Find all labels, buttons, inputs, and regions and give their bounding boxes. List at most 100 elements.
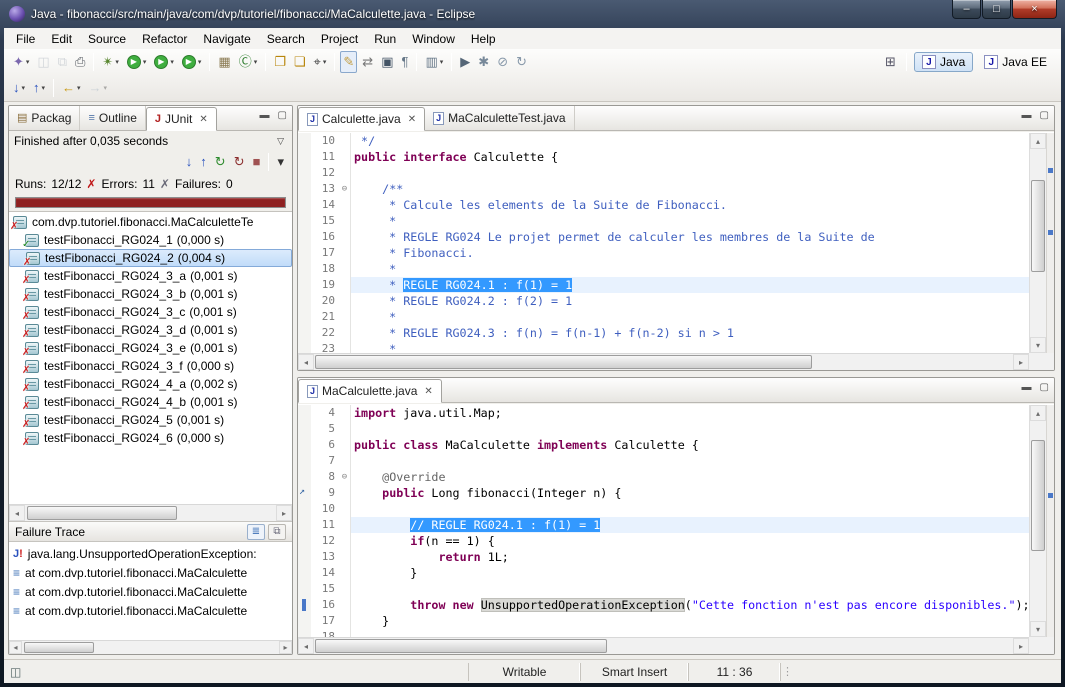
open-element-button[interactable]: ❐ [271, 51, 289, 73]
external-tools-button[interactable]: ▶▾ [179, 51, 205, 73]
open-perspective-button[interactable]: ⊞ [882, 54, 899, 70]
previous-failed-test-button[interactable]: ↑ [197, 151, 210, 173]
show-whitespace-button[interactable]: ¶ [398, 51, 411, 73]
maximize-window-button[interactable]: □ [982, 0, 1011, 19]
new-java-project-button[interactable]: ▦ [215, 51, 233, 73]
scroll-up-icon[interactable]: ▴ [1030, 405, 1046, 421]
debug-dropdown-icon[interactable]: ▾ [115, 58, 119, 66]
forward-dropdown-icon[interactable]: ▾ [104, 84, 108, 92]
code-line[interactable]: 23 * [298, 341, 1029, 353]
console-button[interactable]: ▣ [378, 51, 396, 73]
junit-test-row[interactable]: ✗testFibonacci_RG024_6(0,000 s) [9, 429, 292, 447]
menu-item-edit[interactable]: Edit [43, 30, 80, 48]
code-line[interactable]: 15 [298, 581, 1029, 597]
code-line[interactable]: 17 } [298, 613, 1029, 629]
trace-hscrollbar[interactable]: ◂ ▸ [9, 640, 292, 654]
scroll-right-icon[interactable]: ▸ [276, 505, 292, 521]
maximize-view-button[interactable]: ▢ [1038, 382, 1051, 393]
code-line[interactable]: 13⊖ /** [298, 181, 1029, 197]
editor-tab-macalculettetest-java[interactable]: JMaCalculetteTest.java [425, 106, 574, 130]
next-annotation-button[interactable]: ↓▾ [10, 77, 28, 99]
editor-tab-macalculette-java[interactable]: JMaCalculette.java✕ [298, 379, 442, 403]
open-type-button[interactable]: ❏ [291, 51, 309, 73]
junit-test-row[interactable]: ✗testFibonacci_RG024_4_b(0,001 s) [9, 393, 292, 411]
scroll-down-icon[interactable]: ▾ [1030, 337, 1046, 353]
vertical-scrollbar[interactable]: ▴▾ [1029, 133, 1046, 353]
code-line[interactable]: 5 [298, 421, 1029, 437]
code-line[interactable]: 12 if(n == 1) { [298, 533, 1029, 549]
fold-marker-icon[interactable]: ⊖ [339, 181, 351, 197]
scroll-thumb[interactable] [315, 639, 607, 653]
scroll-right-icon[interactable]: ▸ [1013, 354, 1029, 370]
trace-row[interactable]: ≡at com.dvp.tutoriel.fibonacci.MaCalcule… [9, 563, 292, 582]
code-line[interactable]: 22 * REGLE RG024.3 : f(n) = f(n-1) + f(n… [298, 325, 1029, 341]
scroll-left-icon[interactable]: ◂ [298, 638, 314, 654]
junit-test-row[interactable]: ✗testFibonacci_RG024_5(0,001 s) [9, 411, 292, 429]
maximize-view-button[interactable]: ▢ [276, 110, 289, 121]
block-selection-dropdown-icon[interactable]: ▾ [440, 58, 444, 66]
code-line[interactable]: 17 * Fibonacci. [298, 245, 1029, 261]
annotation-tick[interactable] [1048, 168, 1053, 173]
tab-junit[interactable]: JJUnit✕ [146, 107, 217, 131]
show-stack-trace-in-console-button[interactable]: ≣ [247, 524, 265, 540]
junit-test-row[interactable]: ✗testFibonacci_RG024_3_c(0,001 s) [9, 303, 292, 321]
code-line[interactable]: 18 * [298, 261, 1029, 277]
horizontal-scrollbar[interactable]: ◂▸ [298, 637, 1029, 654]
code-line[interactable]: 19 * REGLE RG024.1 : f(1) = 1 [298, 277, 1029, 293]
junit-suite-row[interactable]: ✗com.dvp.tutoriel.fibonacci.MaCalculette… [9, 213, 292, 231]
annotation-tick[interactable] [1048, 493, 1053, 498]
perspective-java[interactable]: JJava [914, 52, 973, 72]
skip-breakpoints-button[interactable]: ⊘ [494, 51, 511, 73]
code-line[interactable]: 21 * [298, 309, 1029, 325]
scroll-thumb[interactable] [1031, 180, 1045, 272]
menu-item-help[interactable]: Help [463, 30, 504, 48]
code-line[interactable]: 15 * [298, 213, 1029, 229]
junit-test-row[interactable]: ✗testFibonacci_RG024_3_f(0,000 s) [9, 357, 292, 375]
mark-occurrences-button[interactable]: ✎ [340, 51, 357, 73]
new-wizard-button[interactable]: ✦▾ [10, 51, 32, 73]
fold-marker-icon[interactable]: ⊖ [339, 469, 351, 485]
view-menu-icon[interactable]: ▽ [274, 136, 287, 147]
code-line[interactable]: ↗9 public Long fibonacci(Integer n) { [298, 485, 1029, 501]
junit-tree-hscrollbar[interactable]: ◂ ▸ [9, 504, 292, 521]
menu-item-project[interactable]: Project [313, 30, 366, 48]
minimize-view-button[interactable]: ▬ [1020, 382, 1034, 393]
next-annotation-dropdown-icon[interactable]: ▾ [22, 84, 26, 92]
junit-test-row[interactable]: ✗testFibonacci_RG024_4_a(0,002 s) [9, 375, 292, 393]
print-button[interactable]: ⎙ [72, 51, 88, 73]
title-bar[interactable]: Java - fibonacci/src/main/java/com/dvp/t… [0, 0, 1065, 28]
menu-item-source[interactable]: Source [80, 30, 134, 48]
code-line[interactable]: 13 return 1L; [298, 549, 1029, 565]
junit-test-row[interactable]: ✗testFibonacci_RG024_3_e(0,001 s) [9, 339, 292, 357]
horizontal-scrollbar[interactable]: ◂▸ [298, 353, 1029, 370]
compare-result-button[interactable]: ⧉ [268, 524, 286, 540]
close-tab-icon[interactable]: ✕ [199, 114, 207, 125]
scroll-left-icon[interactable]: ◂ [9, 505, 25, 521]
code-line[interactable]: 16 * REGLE RG024 Le projet permet de cal… [298, 229, 1029, 245]
search-button[interactable]: ⌖▾ [311, 51, 330, 73]
trace-row[interactable]: ≡at com.dvp.tutoriel.fibonacci.MaCalcule… [9, 582, 292, 601]
editor-tab-calculette-java[interactable]: JCalculette.java✕ [298, 107, 425, 131]
code-line[interactable]: 7 [298, 453, 1029, 469]
new-java-class-button[interactable]: Ⓒ▾ [236, 51, 261, 73]
tab-packag[interactable]: ▤Packag [9, 106, 80, 130]
run-coverage-dropdown-icon[interactable]: ▾ [170, 58, 174, 66]
junit-test-row[interactable]: ✗testFibonacci_RG024_2(0,004 s) [9, 249, 292, 267]
menu-item-file[interactable]: File [8, 30, 43, 48]
code-line[interactable]: 18 [298, 629, 1029, 637]
junit-test-row[interactable]: ✗testFibonacci_RG024_3_d(0,001 s) [9, 321, 292, 339]
code-line[interactable]: 11public interface Calculette { [298, 149, 1029, 165]
code-line[interactable]: 11 // REGLE RG024.1 : f(1) = 1 [298, 517, 1029, 533]
stop-test-run-button[interactable]: ■ [250, 151, 264, 173]
next-failed-test-button[interactable]: ↓ [183, 151, 196, 173]
external-tools-dropdown-icon[interactable]: ▾ [198, 58, 202, 66]
trace-row[interactable]: J!java.lang.UnsupportedOperationExceptio… [9, 544, 292, 563]
code-line[interactable]: 6public class MaCalculette implements Ca… [298, 437, 1029, 453]
minimize-window-button[interactable]: – [952, 0, 981, 19]
menu-item-window[interactable]: Window [404, 30, 463, 48]
code-line[interactable]: 4import java.util.Map; [298, 405, 1029, 421]
code-line[interactable]: 10 */ [298, 133, 1029, 149]
close-window-button[interactable]: × [1012, 0, 1057, 19]
vertical-scrollbar[interactable]: ▴▾ [1029, 405, 1046, 637]
menu-item-navigate[interactable]: Navigate [195, 30, 258, 48]
